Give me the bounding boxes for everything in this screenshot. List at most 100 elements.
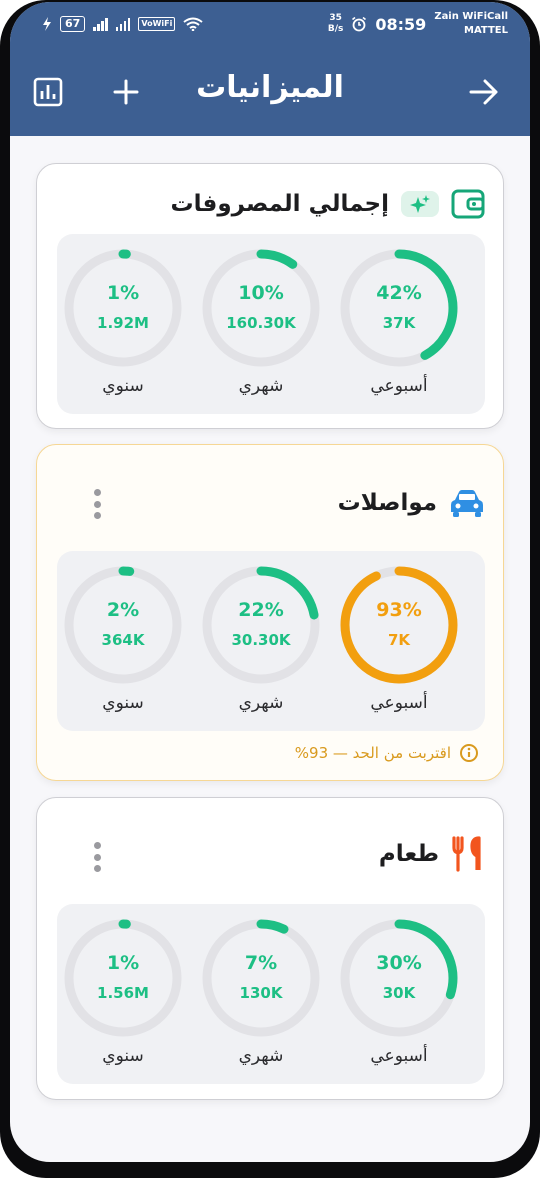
- dot-icon: [93, 512, 101, 519]
- progress-ring: 30% 30K: [339, 918, 459, 1038]
- budget-card-total[interactable]: إجمالي المصروفات 42% 37K أسبوعي 10% 160.30K ش…: [36, 163, 504, 429]
- warning-text: اقتربت من الحد — 93%: [294, 744, 451, 762]
- clock: 08:59: [375, 14, 427, 34]
- ring-amount: 37K: [382, 314, 416, 332]
- speed-value: 35: [329, 13, 342, 23]
- ring-period-label: أسبوعي: [370, 693, 428, 713]
- sparkle-badge[interactable]: [401, 191, 439, 217]
- carrier-line1: Zain WiFiCall: [434, 11, 508, 22]
- progress-ring: 42% 37K: [339, 248, 459, 368]
- progress-ring: 1% 1.56M: [63, 918, 183, 1038]
- sparkle-icon: [410, 195, 430, 213]
- ring-percent: 42%: [376, 282, 422, 304]
- ring-percent: 2%: [106, 599, 140, 621]
- vowifi-badge: VoWiFi: [138, 17, 176, 31]
- more-options-button[interactable]: [87, 487, 107, 521]
- ring-period-label: سنوي: [102, 1046, 144, 1066]
- screen: 67 VoWiFi 35 B/s 08:59 Zain WiFiCall MAT…: [10, 2, 530, 1162]
- alarm-icon: [352, 16, 367, 32]
- ring-amount: 160.30K: [226, 314, 296, 332]
- page-title: الميزانيات: [196, 70, 344, 105]
- dot-icon: [93, 842, 101, 849]
- ring-period-label: أسبوعي: [370, 1046, 428, 1066]
- ring-amount: 7K: [387, 631, 411, 649]
- app-bar: الميزانيات: [10, 52, 530, 136]
- card-header: طعام: [379, 836, 485, 872]
- card-header: مواصلات: [338, 485, 485, 521]
- ring-period-label: شهري: [238, 376, 284, 396]
- ring-track: [202, 919, 320, 1037]
- info-icon: [460, 744, 478, 762]
- ring-period-label: سنوي: [102, 376, 144, 396]
- ring-period-label: سنوي: [102, 693, 144, 713]
- card-header: إجمالي المصروفات: [171, 186, 485, 222]
- rings-panel: 30% 30K أسبوعي 7% 130K شهري 1% 1.56M سنوي: [57, 904, 485, 1084]
- ring-graphic: [202, 566, 320, 684]
- signal-icon: [93, 17, 108, 31]
- status-left: 67 VoWiFi: [42, 16, 203, 32]
- ring-amount: 130K: [239, 984, 283, 1002]
- ring-graphic: [340, 566, 458, 684]
- ring-percent: 30%: [376, 952, 422, 974]
- wifi-icon: [183, 17, 203, 31]
- ring-percent: 93%: [376, 599, 422, 621]
- ring-track: [64, 919, 182, 1037]
- ring-period-label: شهري: [238, 1046, 284, 1066]
- card-title: مواصلات: [337, 490, 437, 516]
- status-bar: 67 VoWiFi 35 B/s 08:59 Zain WiFiCall MAT…: [10, 2, 530, 52]
- card-title: إجمالي المصروفات: [170, 191, 389, 217]
- progress-ring: 7% 130K: [201, 918, 321, 1038]
- network-speed: 35 B/s: [328, 13, 344, 35]
- ring-graphic: [340, 249, 458, 367]
- ring-amount: 30.30K: [231, 631, 291, 649]
- progress-ring: 2% 364K: [63, 565, 183, 685]
- budget-card-transport[interactable]: مواصلات 93% 7K أسبوعي 22% 30.30K شهري 2% 364K سن…: [36, 444, 504, 781]
- ring-percent: 7%: [244, 952, 278, 974]
- progress-ring: 93% 7K: [339, 565, 459, 685]
- ring-amount: 1.92M: [97, 314, 149, 332]
- charging-icon: [43, 17, 51, 31]
- rings-panel: 42% 37K أسبوعي 10% 160.30K شهري 1% 1.92M سنوي: [57, 234, 485, 414]
- ring-graphic: [202, 249, 320, 367]
- progress-ring: 10% 160.30K: [201, 248, 321, 368]
- ring-track: [64, 249, 182, 367]
- ring-percent: 10%: [238, 282, 284, 304]
- battery-icon: 67: [60, 16, 86, 32]
- car-icon: [451, 490, 483, 517]
- speed-unit: B/s: [327, 24, 344, 34]
- ring-amount: 364K: [101, 631, 145, 649]
- dot-icon: [93, 865, 101, 872]
- ring-graphic: [64, 249, 182, 367]
- fork-knife-icon: [452, 836, 481, 872]
- ring-amount: 30K: [382, 984, 416, 1002]
- ring-graphic: [340, 919, 458, 1037]
- ring-track: [202, 249, 320, 367]
- ring-period-label: أسبوعي: [370, 376, 428, 396]
- ring-graphic: [64, 919, 182, 1037]
- rings-panel: 93% 7K أسبوعي 22% 30.30K شهري 2% 364K سنوي: [57, 551, 485, 731]
- carrier: Zain WiFiCall MATTEL: [434, 10, 508, 38]
- progress-ring: 22% 30.30K: [201, 565, 321, 685]
- carrier-line2: MATTEL: [464, 25, 508, 36]
- ring-progress-arc: [340, 566, 458, 684]
- ring-graphic: [64, 566, 182, 684]
- limit-warning: اقتربت من الحد — 93%: [295, 743, 479, 763]
- status-right: 35 B/s 08:59 Zain WiFiCall MATTEL: [328, 10, 508, 38]
- dot-icon: [93, 500, 101, 508]
- ring-percent: 22%: [238, 599, 284, 621]
- phone-frame: 67 VoWiFi 35 B/s 08:59 Zain WiFiCall MAT…: [0, 0, 540, 1178]
- more-options-button[interactable]: [87, 840, 107, 874]
- dot-icon: [93, 489, 101, 496]
- progress-ring: 1% 1.92M: [63, 248, 183, 368]
- card-title: طعام: [378, 841, 439, 867]
- dot-icon: [93, 853, 101, 861]
- ring-period-label: شهري: [238, 693, 284, 713]
- back-button[interactable]: [464, 72, 504, 112]
- budget-card-food[interactable]: طعام 30% 30K أسبوعي 7% 130K شهري 1% 1.56M سنوي: [36, 797, 504, 1100]
- ring-graphic: [202, 919, 320, 1037]
- ring-amount: 1.56M: [97, 984, 149, 1002]
- ring-percent: 1%: [106, 952, 140, 974]
- ring-percent: 1%: [106, 282, 140, 304]
- wallet-icon: [451, 189, 485, 219]
- ring-track: [64, 566, 182, 684]
